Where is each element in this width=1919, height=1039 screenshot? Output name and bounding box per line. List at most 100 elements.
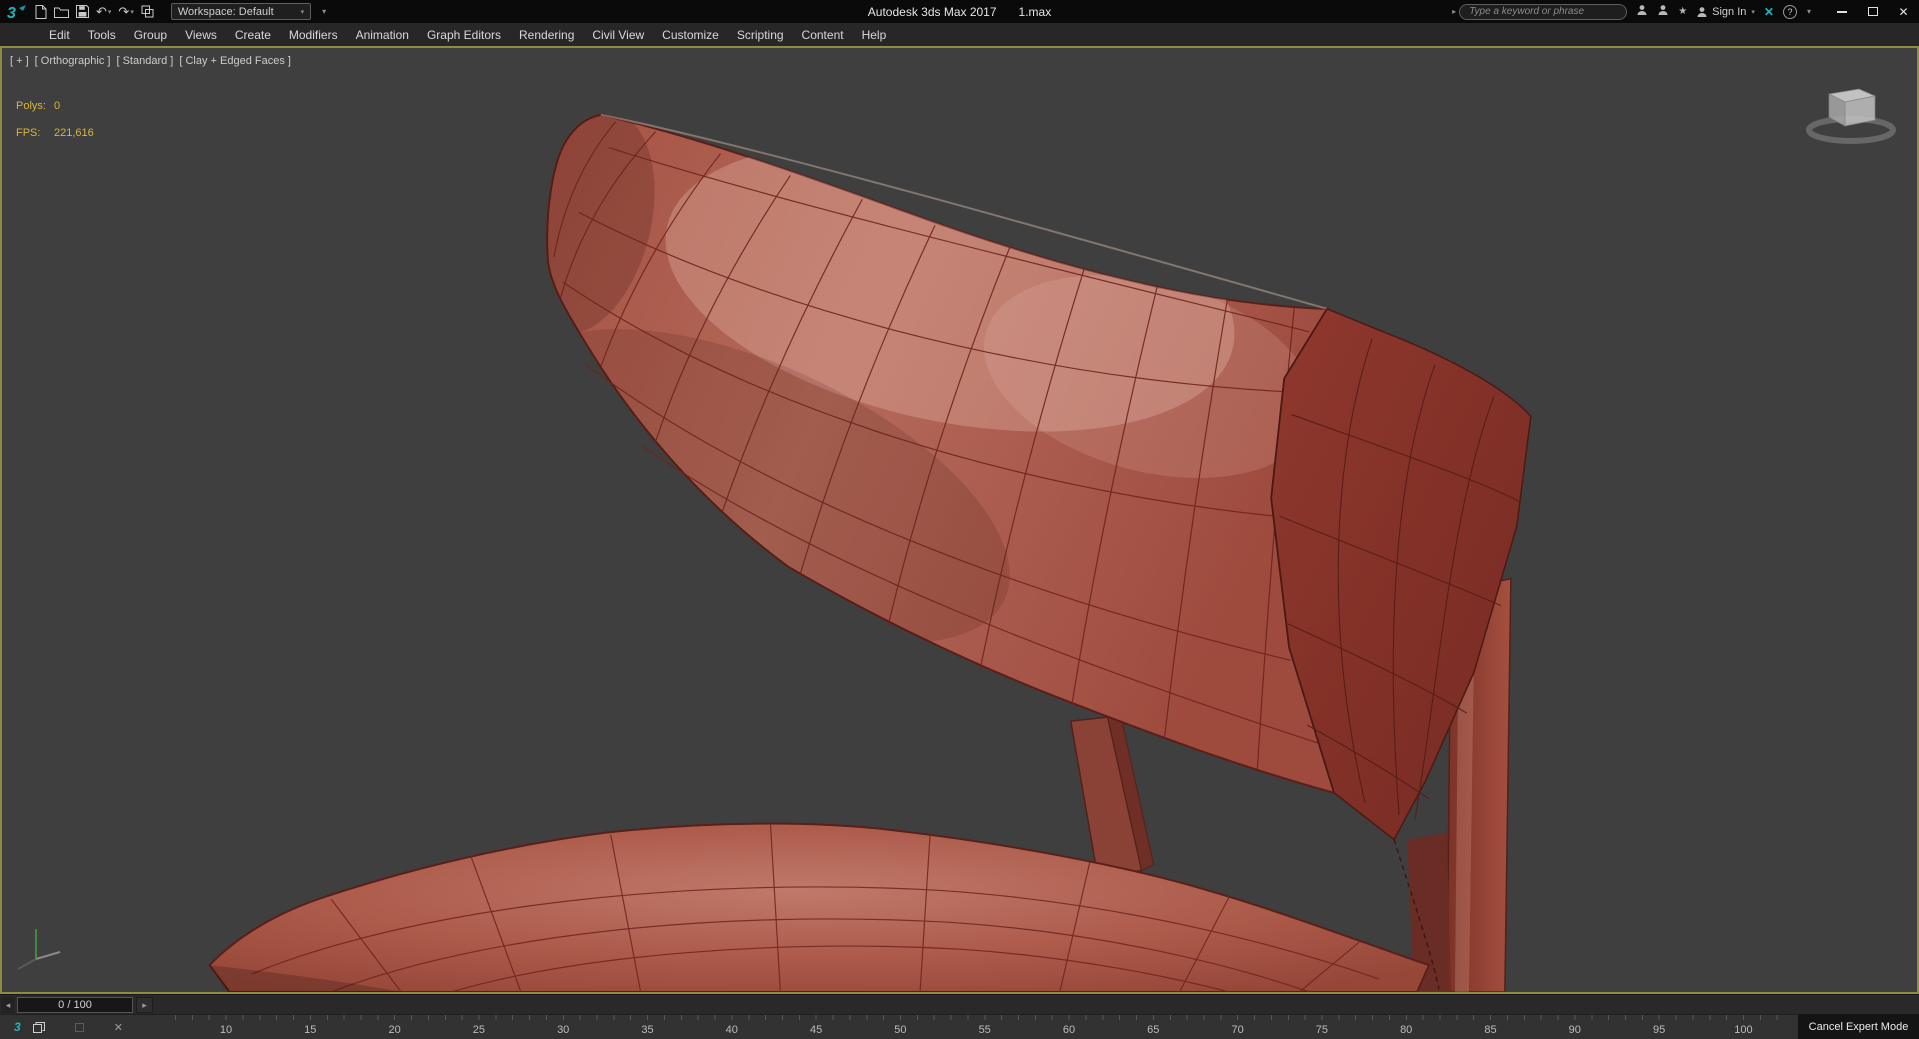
- frame-tick-85: 85: [1484, 1024, 1497, 1036]
- viewport-label: [ + ] [ Orthographic ] [ Standard ] [ Cl…: [10, 55, 291, 67]
- previous-frame-button[interactable]: ◂: [1, 997, 15, 1013]
- menu-civil-view[interactable]: Civil View: [583, 25, 653, 45]
- menu-scripting[interactable]: Scripting: [728, 25, 793, 45]
- frame-tick-25: 25: [472, 1024, 486, 1036]
- app-logo-icon: 3: [4, 3, 28, 21]
- window-controls: ✕: [1826, 0, 1919, 23]
- help-caret-icon[interactable]: ▾: [1807, 7, 1811, 16]
- infocenter: ▸ ★ Sign In ▾ ✕ ? ▾ ✕: [1451, 0, 1919, 23]
- menu-help[interactable]: Help: [853, 25, 896, 45]
- minimize-button[interactable]: [1826, 0, 1857, 23]
- menu-bar: Edit Tools Group Views Create Modifiers Animat…: [0, 23, 1919, 46]
- search-area: ▸: [1451, 3, 1628, 20]
- frame-tick-55: 55: [978, 1024, 991, 1036]
- sign-in-caret-icon: ▾: [1751, 8, 1755, 16]
- frame-tick-70: 70: [1231, 1024, 1244, 1036]
- window-cascade-icon[interactable]: [32, 1021, 45, 1033]
- frame-tick-75: 75: [1315, 1024, 1329, 1036]
- favorites-star-icon[interactable]: ★: [1678, 6, 1687, 17]
- project-folder-icon[interactable]: [141, 5, 154, 18]
- share-icon[interactable]: [1657, 4, 1669, 19]
- menu-group[interactable]: Group: [125, 25, 176, 45]
- search-arrow-icon[interactable]: ▸: [1452, 7, 1456, 16]
- polys-stat: Polys: 0: [16, 100, 61, 112]
- menu-graph-editors[interactable]: Graph Editors: [418, 25, 510, 45]
- sign-in-label: Sign In: [1712, 5, 1747, 18]
- frame-tick-60: 60: [1062, 1024, 1076, 1036]
- frame-tick-65: 65: [1147, 1024, 1160, 1036]
- chair-model: [208, 113, 1532, 992]
- fps-stat: FPS: 221,616: [16, 127, 94, 139]
- close-button[interactable]: ✕: [1888, 0, 1919, 23]
- frame-tick-80: 80: [1400, 1024, 1413, 1036]
- minimize-icon: [1836, 10, 1847, 13]
- qat-overflow-icon[interactable]: ▾: [322, 7, 326, 16]
- undo-caret-icon[interactable]: ▾: [108, 8, 112, 16]
- viewport-menu-shading[interactable]: [ Clay + Edged Faces ]: [179, 55, 291, 67]
- world-axis-icon: [12, 917, 72, 978]
- workspace-dropdown[interactable]: Workspace: Default ▾: [170, 3, 312, 20]
- tray-close-icon[interactable]: ✕: [114, 1021, 123, 1034]
- polys-value: 0: [54, 100, 61, 112]
- chair-seat: [208, 822, 1431, 992]
- viewport-menu-view[interactable]: [ Orthographic ]: [35, 55, 111, 67]
- new-scene-icon[interactable]: [35, 4, 47, 19]
- menu-edit[interactable]: Edit: [40, 25, 79, 45]
- community-icon[interactable]: [1636, 4, 1648, 19]
- empty-square-icon[interactable]: [74, 1022, 84, 1032]
- viewport-menu-general[interactable]: [ + ]: [10, 55, 29, 67]
- max-taskbar-icon[interactable]: 3: [14, 1020, 21, 1034]
- redo-icon[interactable]: ↷ ▾: [118, 5, 133, 18]
- frame-tick-30: 30: [557, 1024, 570, 1036]
- workspace-caret-icon: ▾: [300, 8, 305, 16]
- fps-value: 221,616: [54, 127, 94, 139]
- title-bar: 3 ↶ ▾ ↷ ▾ Workspace: Default ▾ ▾ Autodesk …: [0, 0, 1919, 23]
- frame-tick-10: 10: [219, 1024, 233, 1036]
- menu-content[interactable]: Content: [793, 25, 853, 45]
- menu-modifiers[interactable]: Modifiers: [280, 25, 347, 45]
- time-slider[interactable]: ◂ 0 / 100 ▸: [0, 994, 1919, 1014]
- file-name: 1.max: [1018, 4, 1052, 19]
- menu-create[interactable]: Create: [226, 25, 280, 45]
- undo-icon[interactable]: ↶ ▾: [96, 5, 111, 18]
- frame-tick-90: 90: [1568, 1024, 1581, 1036]
- help-icon[interactable]: ?: [1782, 4, 1797, 19]
- menu-animation[interactable]: Animation: [347, 25, 418, 45]
- frame-tick-100: 100: [1734, 1024, 1753, 1036]
- maximize-button[interactable]: [1857, 0, 1888, 23]
- time-slider-handle[interactable]: 0 / 100: [17, 997, 133, 1013]
- chair-back-post: [1069, 714, 1155, 878]
- viewport[interactable]: [ + ] [ Orthographic ] [ Standard ] [ Cl…: [0, 46, 1919, 994]
- svg-text:3: 3: [7, 5, 16, 21]
- frame-tick-15: 15: [304, 1024, 317, 1036]
- frame-tick-45: 45: [809, 1024, 823, 1036]
- cancel-expert-mode-button[interactable]: Cancel Expert Mode: [1798, 1014, 1919, 1039]
- window-title: Autodesk 3ds Max 2017 1.max: [868, 0, 1051, 23]
- viewcube[interactable]: [1801, 74, 1901, 153]
- menu-customize[interactable]: Customize: [653, 25, 728, 45]
- redo-caret-icon[interactable]: ▾: [130, 8, 134, 16]
- viewport-menu-standard[interactable]: [ Standard ]: [116, 55, 173, 67]
- tray: 3 ✕: [0, 1015, 168, 1039]
- frame-tick-20: 20: [388, 1024, 401, 1036]
- frame-tick-50: 50: [894, 1024, 907, 1036]
- search-input[interactable]: [1459, 3, 1628, 20]
- viewport-statistics: Polys: 0 FPS: 221,616: [16, 100, 94, 154]
- frame-tick-95: 95: [1652, 1024, 1666, 1036]
- app-title: Autodesk 3ds Max 2017: [867, 4, 997, 19]
- frame-tick-40: 40: [725, 1024, 738, 1036]
- workspace-label: Workspace: Default: [177, 5, 274, 18]
- maximize-icon: [1867, 7, 1878, 16]
- sign-in-button[interactable]: Sign In ▾: [1696, 6, 1755, 18]
- user-icon: [1697, 6, 1707, 17]
- menu-views[interactable]: Views: [176, 25, 226, 45]
- frame-tick-35: 35: [641, 1024, 654, 1036]
- next-frame-button[interactable]: ▸: [136, 997, 153, 1013]
- exchange-apps-icon[interactable]: ✕: [1764, 5, 1774, 19]
- menu-tools[interactable]: Tools: [79, 25, 125, 45]
- menu-rendering[interactable]: Rendering: [510, 25, 583, 45]
- save-file-icon[interactable]: [76, 5, 89, 18]
- track-bar[interactable]: 10 15 20 25 30 35 40 45 50 55 60 65 70 75 80 85 90 95 100: [0, 1014, 1919, 1039]
- quick-access-toolbar: 3 ↶ ▾ ↷ ▾ Workspace: Default ▾ ▾: [0, 3, 326, 21]
- open-file-icon[interactable]: [54, 6, 69, 18]
